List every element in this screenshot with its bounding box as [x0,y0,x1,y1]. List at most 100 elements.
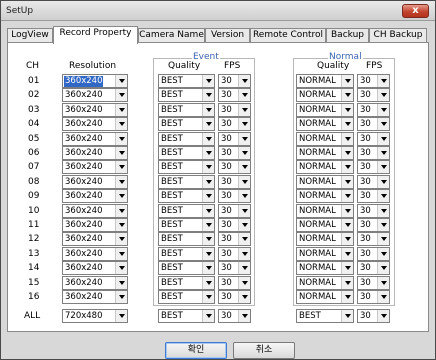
event-quality-select[interactable]: BEST [158,131,215,146]
event-quality-select[interactable]: BEST [158,309,215,323]
cancel-button[interactable]: 취소 [233,342,295,359]
normal-quality-select[interactable]: NORMAL [296,160,354,175]
normal-fps-select[interactable]: 30 [357,232,390,247]
chevron-down-icon[interactable] [377,219,389,231]
normal-quality-select[interactable]: NORMAL [296,290,354,304]
chevron-down-icon[interactable] [341,75,353,87]
event-quality-select[interactable]: BEST [158,290,215,304]
event-fps-select[interactable]: 30 [218,189,251,204]
resolution-select[interactable]: 360x240 [62,74,128,88]
normal-quality-select[interactable]: NORMAL [296,174,354,189]
chevron-down-icon[interactable] [202,175,214,188]
chevron-down-icon[interactable] [238,247,250,260]
normal-quality-select[interactable]: NORMAL [296,88,354,103]
resolution-select[interactable]: 360x240 [62,131,128,146]
normal-quality-select[interactable]: NORMAL [296,189,354,204]
resolution-select[interactable]: 360x240 [62,275,128,290]
chevron-down-icon[interactable] [202,190,214,203]
tab-camera-name[interactable]: Camera Name [138,28,205,43]
chevron-down-icon[interactable] [238,103,250,116]
chevron-down-icon[interactable] [377,118,389,131]
chevron-down-icon[interactable] [115,103,127,116]
resolution-select[interactable]: 360x240 [62,203,128,218]
chevron-down-icon[interactable] [115,161,127,174]
chevron-down-icon[interactable] [341,132,353,145]
chevron-down-icon[interactable] [238,147,250,159]
event-fps-select[interactable]: 30 [218,309,251,323]
event-fps-select[interactable]: 30 [218,102,251,117]
resolution-select[interactable]: 360x240 [62,232,128,247]
resolution-select[interactable]: 360x240 [62,218,128,232]
chevron-down-icon[interactable] [377,161,389,174]
event-fps-select[interactable]: 30 [218,246,251,261]
chevron-down-icon[interactable] [238,204,250,217]
chevron-down-icon[interactable] [115,262,127,275]
chevron-down-icon[interactable] [341,233,353,246]
tab-record-property[interactable]: Record Property [53,26,138,44]
resolution-select[interactable]: 360x240 [62,117,128,132]
resolution-select[interactable]: 360x240 [62,246,128,261]
event-fps-select[interactable]: 30 [218,290,251,304]
chevron-down-icon[interactable] [377,103,389,116]
normal-fps-select[interactable]: 30 [357,146,390,160]
chevron-down-icon[interactable] [377,233,389,246]
chevron-down-icon[interactable] [115,175,127,188]
chevron-down-icon[interactable] [377,75,389,87]
event-quality-select[interactable]: BEST [158,203,215,218]
event-quality-select[interactable]: BEST [158,261,215,276]
event-fps-select[interactable]: 30 [218,174,251,189]
chevron-down-icon[interactable] [115,147,127,159]
event-fps-select[interactable]: 30 [218,275,251,290]
chevron-down-icon[interactable] [115,310,127,322]
normal-fps-select[interactable]: 30 [357,160,390,175]
chevron-down-icon[interactable] [377,262,389,275]
chevron-down-icon[interactable] [202,219,214,231]
chevron-down-icon[interactable] [238,75,250,87]
normal-fps-select[interactable]: 30 [357,189,390,204]
event-fps-select[interactable]: 30 [218,203,251,218]
chevron-down-icon[interactable] [341,262,353,275]
chevron-down-icon[interactable] [202,118,214,131]
normal-quality-select[interactable]: NORMAL [296,102,354,117]
normal-fps-select[interactable]: 30 [357,174,390,189]
event-quality-select[interactable]: BEST [158,275,215,290]
chevron-down-icon[interactable] [238,175,250,188]
chevron-down-icon[interactable] [115,204,127,217]
event-fps-select[interactable]: 30 [218,117,251,132]
tab-version[interactable]: Version [205,28,250,43]
chevron-down-icon[interactable] [341,291,353,303]
chevron-down-icon[interactable] [202,132,214,145]
event-quality-select[interactable]: BEST [158,117,215,132]
chevron-down-icon[interactable] [238,190,250,203]
event-fps-select[interactable]: 30 [218,232,251,247]
normal-fps-select[interactable]: 30 [357,290,390,304]
tab-backup[interactable]: Backup [326,28,369,43]
normal-fps-select[interactable]: 30 [357,218,390,232]
normal-quality-select[interactable]: NORMAL [296,146,354,160]
chevron-down-icon[interactable] [115,276,127,289]
event-quality-select[interactable]: BEST [158,160,215,175]
chevron-down-icon[interactable] [341,175,353,188]
chevron-down-icon[interactable] [115,190,127,203]
chevron-down-icon[interactable] [377,291,389,303]
event-quality-select[interactable]: BEST [158,174,215,189]
normal-quality-select[interactable]: BEST [296,309,354,323]
event-quality-select[interactable]: BEST [158,88,215,103]
chevron-down-icon[interactable] [202,75,214,87]
normal-quality-select[interactable]: NORMAL [296,232,354,247]
resolution-select[interactable]: 360x240 [62,261,128,276]
resolution-select[interactable]: 360x240 [62,88,128,103]
event-quality-select[interactable]: BEST [158,146,215,160]
event-quality-select[interactable]: BEST [158,232,215,247]
chevron-down-icon[interactable] [238,233,250,246]
normal-fps-select[interactable]: 30 [357,309,390,323]
normal-quality-select[interactable]: NORMAL [296,218,354,232]
chevron-down-icon[interactable] [341,219,353,231]
normal-quality-select[interactable]: NORMAL [296,246,354,261]
chevron-down-icon[interactable] [202,276,214,289]
chevron-down-icon[interactable] [377,190,389,203]
chevron-down-icon[interactable] [377,132,389,145]
normal-fps-select[interactable]: 30 [357,261,390,276]
chevron-down-icon[interactable] [115,219,127,231]
chevron-down-icon[interactable] [115,132,127,145]
